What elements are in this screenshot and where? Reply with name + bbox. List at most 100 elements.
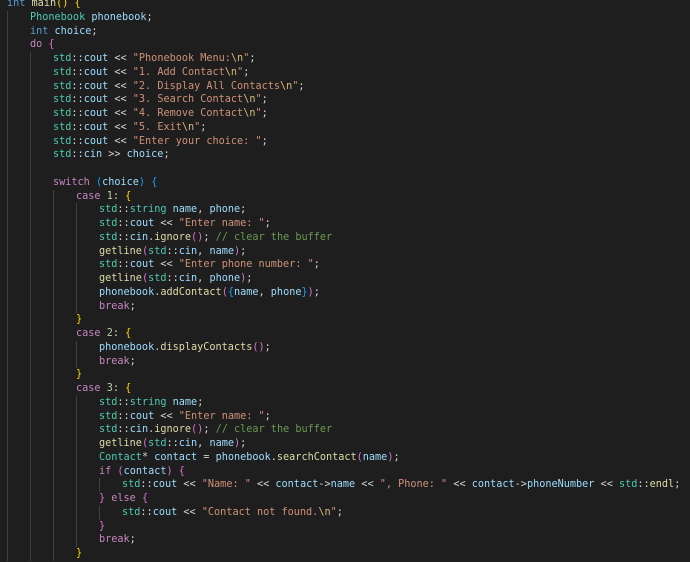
indent-guide [7,313,8,327]
code-line[interactable]: case 2: { [7,327,690,341]
code-line-content: std::cout << "4. Remove Contact\n"; [53,107,268,121]
code-line[interactable]: } [7,519,690,534]
code-line-content: std::cin.ignore(); // clear the buffer [99,423,332,437]
indent-guide [76,395,77,410]
indent-guide [7,547,8,561]
code-line[interactable]: Contact* contact = phonebook.searchConta… [7,450,690,465]
code-line[interactable]: case 3: { [7,382,690,396]
code-line[interactable]: phonebook.addContact({name, phone}); [7,285,690,300]
code-line[interactable]: int main() { [7,0,690,11]
code-token-type: std [99,424,118,436]
code-line[interactable]: getline(std::cin, name); [7,437,690,451]
code-line[interactable]: std::cout << "Enter name: "; [7,409,690,424]
code-token-plain: ; [146,11,153,23]
code-line-content: std::cin.ignore(); // clear the buffer [99,231,332,245]
code-editor[interactable]: int main() {Phonebook phonebook; int choi… [0,0,690,562]
indent-guide [7,244,8,259]
code-line[interactable]: std::cout << "Contact not found.\n"; [7,505,690,520]
code-line[interactable]: } else { [7,492,690,506]
code-line-content: } [76,368,82,382]
code-line[interactable]: std::cout << "5. Exit\n"; [7,120,690,135]
code-token-control: do [30,39,43,51]
code-token-type: std [99,396,118,408]
code-line[interactable]: break; [7,299,690,314]
indent-guide [7,107,8,121]
code-token-var: cout [83,80,109,92]
code-line[interactable]: int choice; [7,24,690,39]
code-token-brace1: } [76,548,83,559]
code-token-type: std [148,273,167,284]
code-line[interactable]: std::cout << "Enter name: "; [7,217,690,231]
code-line[interactable]: std::cout << "Phonebook Menu:\n"; [7,52,690,66]
code-line[interactable]: } [7,313,690,327]
code-line[interactable]: do { [7,38,690,52]
code-line-content: std::cout << "Enter phone number: "; [99,258,320,272]
code-token-var: cin [178,438,198,449]
code-line-content: phonebook.addContact({name, phone}); [99,286,320,300]
code-token-type: std [53,94,72,106]
code-line[interactable]: std::string name, phone; [7,203,690,217]
code-line[interactable]: break; [7,354,690,369]
code-line[interactable]: case 1: { [7,189,690,204]
indent-guide [53,368,54,382]
code-token-escape: \n [243,108,256,119]
indent-guide [53,423,54,437]
code-line[interactable] [7,162,690,176]
indent-guide [7,464,8,479]
code-line[interactable]: } [7,368,690,382]
indent-guide [30,519,31,534]
indent-guide [76,340,77,355]
code-line[interactable]: std::string name; [7,395,690,410]
code-line[interactable]: } [7,547,690,561]
code-token-control: case [76,190,101,202]
indent-guide [7,52,8,66]
code-line[interactable]: Phonebook phonebook; [7,10,690,25]
indent-guide [7,437,8,451]
code-line-content: if (contact) { [99,465,185,479]
code-token-type: std [618,479,638,491]
code-token-op: << [594,479,619,491]
indent-guide [30,547,31,561]
code-line[interactable]: std::cin.ignore(); // clear the buffer [7,423,690,437]
code-token-string: "Enter name: " [178,218,265,229]
indent-guide [30,52,31,66]
code-token-control: switch [53,176,90,188]
code-token-var: cout [83,66,109,78]
code-token-plain: ; [240,245,247,257]
code-token-string: "Phonebook Menu: [132,53,231,64]
code-token-escape: \n [243,94,256,106]
code-line[interactable]: std::cout << "4. Remove Contact\n"; [7,107,690,121]
code-line[interactable]: std::cin >> choice; [7,148,690,162]
code-line[interactable]: std::cout << "Name: " << contact->name <… [7,478,690,492]
code-token-plain: ; [261,135,268,147]
code-line[interactable]: std::cout << "3. Search Contact\n"; [7,93,690,107]
code-line[interactable]: getline(std::cin, name); [7,244,690,259]
code-token-string: "Contact not found. [201,506,319,518]
code-line-content: int main() { [7,0,81,11]
indent-guide [30,437,31,451]
code-line[interactable]: std::cin.ignore(); // clear the buffer [7,230,690,245]
indent-guide [7,24,8,39]
code-line[interactable]: break; [7,533,690,547]
indent-guide [30,217,31,231]
code-token-op: << [250,479,276,491]
code-line[interactable]: std::cout << "Enter phone number: "; [7,258,690,272]
code-line[interactable]: if (contact) { [7,464,690,479]
code-token-plain: ; [163,149,170,161]
code-line-content: Contact* contact = phonebook.searchConta… [99,451,400,465]
indent-guide [76,519,77,534]
code-line[interactable]: std::cout << "Enter your choice: "; [7,134,690,149]
code-line[interactable]: getline(std::cin, phone); [7,272,690,286]
code-line[interactable]: std::cout << "2. Display All Contacts\n"… [7,79,690,94]
indent-guide [30,492,31,506]
code-line[interactable]: switch (choice) { [7,175,690,190]
code-line[interactable]: phonebook.displayContacts(); [7,340,690,355]
code-line-content: std::cout << "Enter name: "; [99,217,271,231]
code-line[interactable]: std::cout << "1. Add Contact\n"; [7,65,690,80]
code-line-content: std::cout << "Enter name: "; [99,410,271,424]
indent-guide [76,464,77,479]
code-token-func: addContact [160,286,222,298]
code-line-content: std::cout << "Enter your choice: "; [53,135,268,149]
indent-guide [53,230,54,245]
code-token-var: cout [129,259,155,271]
